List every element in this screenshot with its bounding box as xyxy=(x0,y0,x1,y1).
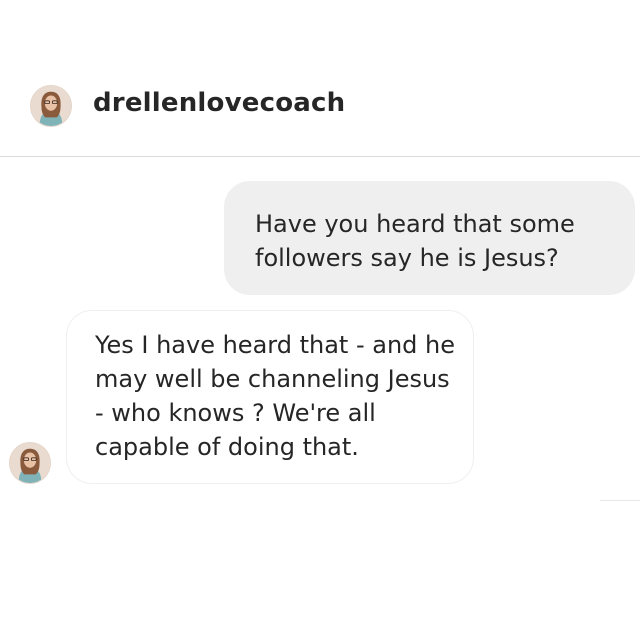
chat-header: drellenlovecoach xyxy=(0,0,640,157)
incoming-message-bubble[interactable]: Yes I have heard that - and he may well … xyxy=(66,310,474,484)
sender-avatar-icon[interactable] xyxy=(9,442,51,484)
next-message-edge xyxy=(600,500,640,501)
incoming-message-text: Yes I have heard that - and he may well … xyxy=(95,331,455,461)
thread-username[interactable]: drellenlovecoach xyxy=(93,88,345,118)
outgoing-message-text: Have you heard that some followers say h… xyxy=(255,210,575,272)
profile-avatar-icon[interactable] xyxy=(30,85,72,127)
outgoing-message-bubble[interactable]: Have you heard that some followers say h… xyxy=(224,181,635,295)
